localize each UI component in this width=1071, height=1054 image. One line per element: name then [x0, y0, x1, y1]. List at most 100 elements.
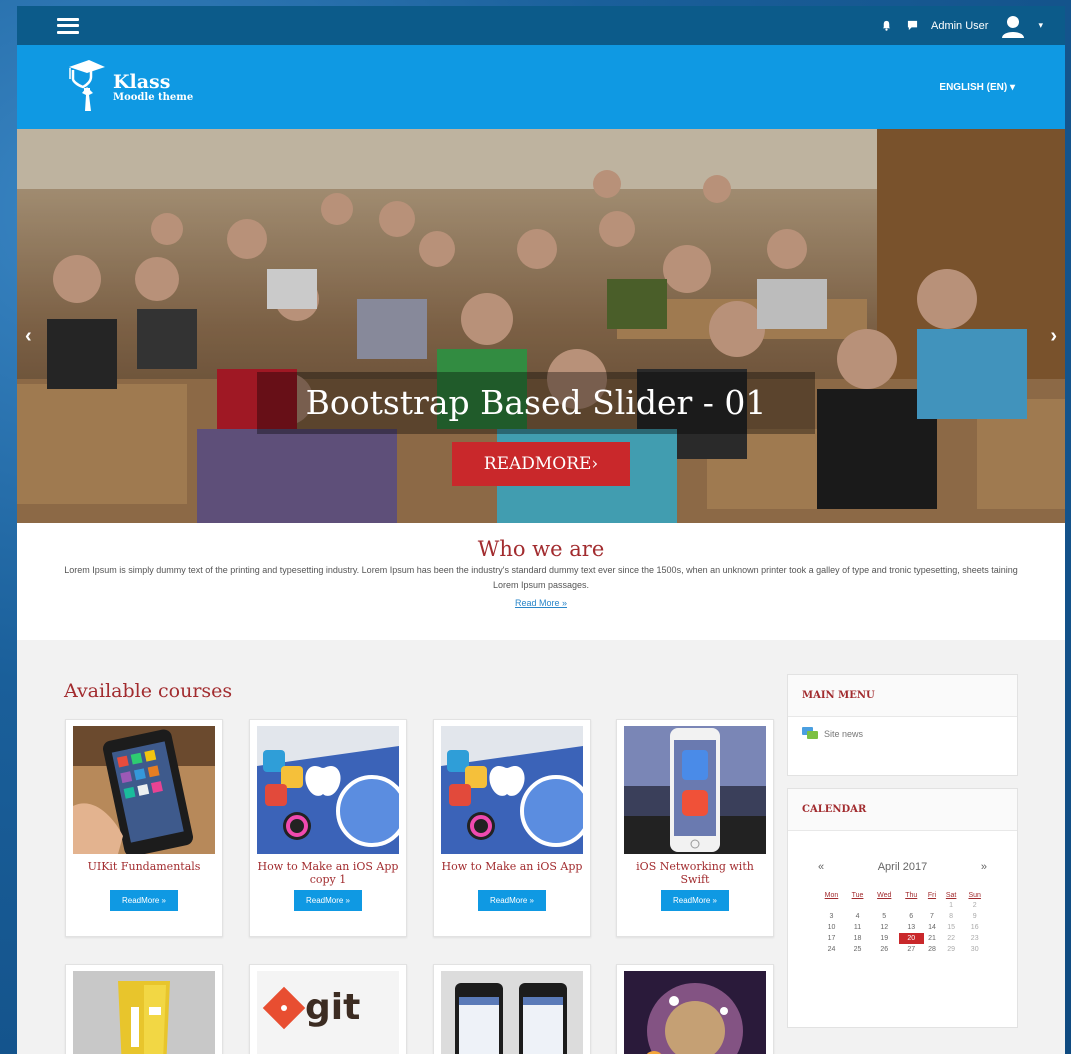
- who-we-are-text: Lorem Ipsum is simply dummy text of the …: [64, 565, 1018, 590]
- course-readmore-button[interactable]: ReadMore »: [477, 890, 547, 911]
- svg-text:git: git: [305, 987, 360, 1028]
- calendar-prev-month[interactable]: «: [818, 861, 824, 873]
- calendar-day[interactable]: 10: [818, 922, 846, 933]
- calendar-day-header: Fri: [927, 892, 937, 899]
- slider-prev-arrow[interactable]: ‹: [25, 325, 32, 348]
- calendar-day[interactable]: 6: [899, 911, 924, 922]
- course-readmore-button[interactable]: ReadMore »: [109, 890, 179, 911]
- site-subtitle: Moodle theme: [113, 91, 194, 103]
- calendar-day-header: Wed: [877, 892, 892, 899]
- calendar-day[interactable]: 12: [870, 922, 899, 933]
- course-name[interactable]: How to Make an iOS App: [440, 860, 584, 886]
- calendar-day[interactable]: 24: [818, 944, 846, 955]
- notification-bell-icon[interactable]: [879, 19, 893, 33]
- user-menu-caret-icon[interactable]: ▾: [1038, 20, 1043, 31]
- graduation-cap-icon: [69, 60, 105, 111]
- calendar-day[interactable]: 14: [924, 922, 941, 933]
- calendar-day-header: Thu: [905, 892, 918, 899]
- calendar-day[interactable]: 28: [924, 944, 941, 955]
- calendar-day-header: Sat: [945, 892, 957, 899]
- main-content: Available courses UIKit Fundamentals Rea…: [17, 640, 1065, 1054]
- language-selector[interactable]: ENGLISH (EN) ▾: [939, 82, 1015, 93]
- calendar-day[interactable]: 19: [870, 933, 899, 944]
- who-read-more-link[interactable]: Read More »: [515, 598, 567, 608]
- top-navbar: Admin User ▾: [17, 6, 1065, 45]
- course-image-javascript: [73, 971, 215, 1054]
- calendar-body: 1 2 3 4 5 6 7 8 9 10 11 12 13 14 15 16 17 18 19 20 21 22 23 24 2…: [818, 900, 988, 955]
- calendar-day[interactable]: 1: [940, 900, 962, 911]
- calendar-next-month[interactable]: »: [981, 861, 987, 873]
- course-card[interactable]: git: [249, 964, 407, 1054]
- course-card[interactable]: [616, 964, 774, 1054]
- slider-caption: Bootstrap Based Slider - 01: [257, 372, 815, 434]
- calendar-month-label: April 2017: [877, 861, 928, 873]
- calendar-day[interactable]: 15: [940, 922, 962, 933]
- course-card[interactable]: How to Make an iOS App ReadMore »: [433, 719, 591, 937]
- calendar-day-header: Tue: [851, 892, 864, 899]
- calendar-day[interactable]: 17: [818, 933, 846, 944]
- site-news-item[interactable]: Site news: [788, 717, 1017, 769]
- course-name[interactable]: UIKit Fundamentals: [72, 860, 216, 886]
- site-logo[interactable]: Klass Moodle theme: [65, 57, 193, 117]
- calendar-day[interactable]: 29: [940, 944, 962, 955]
- course-image-iphones: [441, 971, 583, 1054]
- calendar-block: CALENDAR « April 2017 » Mon Tue Wed Thu …: [787, 788, 1018, 1028]
- calendar-week: 3456789: [818, 911, 988, 922]
- course-name[interactable]: iOS Networking with Swift: [623, 860, 767, 886]
- slider-next-arrow[interactable]: ›: [1050, 325, 1057, 348]
- course-card[interactable]: [433, 964, 591, 1054]
- calendar-day: [924, 900, 941, 911]
- available-courses-title: Available courses: [64, 680, 233, 702]
- calendar-week: 24 25 26 27 28 29 30: [818, 944, 988, 955]
- calendar-day[interactable]: 20: [898, 933, 924, 944]
- course-readmore-button[interactable]: ReadMore »: [660, 890, 730, 911]
- site-news-label[interactable]: Site news: [824, 729, 863, 739]
- calendar-day[interactable]: 13: [899, 922, 924, 933]
- calendar-day[interactable]: 2: [962, 900, 988, 911]
- calendar-day[interactable]: 27: [899, 944, 924, 955]
- calendar-day[interactable]: 7: [924, 911, 941, 922]
- calendar-day[interactable]: 9: [962, 911, 988, 922]
- course-card[interactable]: iOS Networking with Swift ReadMore »: [616, 719, 774, 937]
- course-card[interactable]: [65, 964, 223, 1054]
- calendar-day: [845, 900, 869, 911]
- main-menu-title: MAIN MENU: [788, 675, 1017, 717]
- calendar-day[interactable]: 11: [845, 922, 869, 933]
- calendar-day[interactable]: 22: [940, 933, 962, 944]
- calendar-week: 10 11 12 13 14 15 16: [818, 922, 988, 933]
- language-caret-icon: ▾: [1009, 81, 1015, 93]
- course-name[interactable]: How to Make an iOS App copy 1: [256, 860, 400, 886]
- calendar-day[interactable]: 3: [818, 911, 846, 922]
- calendar-day[interactable]: 5: [870, 911, 899, 922]
- course-image-ios-app: [441, 726, 583, 854]
- course-readmore-button[interactable]: ReadMore »: [293, 890, 363, 911]
- calendar-day[interactable]: 21: [924, 933, 941, 944]
- calendar-day[interactable]: 26: [870, 944, 899, 955]
- course-card[interactable]: How to Make an iOS App copy 1 ReadMore »: [249, 719, 407, 937]
- calendar-day[interactable]: 16: [962, 922, 988, 933]
- slider-readmore-button[interactable]: READMORE›: [452, 442, 630, 486]
- who-we-are-section: Who we are Lorem Ipsum is simply dummy t…: [17, 523, 1065, 640]
- course-image-ios-networking: [624, 726, 766, 854]
- calendar-day[interactable]: 4: [845, 911, 869, 922]
- calendar-day[interactable]: 25: [845, 944, 869, 955]
- site-title: Klass: [113, 70, 171, 93]
- calendar-title: CALENDAR: [788, 789, 1017, 831]
- user-avatar-icon[interactable]: [1000, 13, 1026, 39]
- calendar-day[interactable]: 30: [962, 944, 988, 955]
- course-image-uikit: [73, 726, 215, 854]
- calendar-day[interactable]: 23: [962, 933, 988, 944]
- calendar-grid: Mon Tue Wed Thu Fri Sat Sun 1 2 3 4 5 6 7 8 9 10 1…: [818, 891, 988, 955]
- calendar-day: [899, 900, 924, 911]
- forum-icon: [802, 727, 818, 739]
- calendar-day[interactable]: 8: [940, 911, 962, 922]
- calendar-day-header: Mon: [824, 892, 839, 899]
- calendar-day[interactable]: 18: [845, 933, 869, 944]
- who-we-are-title: Who we are: [477, 537, 605, 561]
- messages-icon[interactable]: [905, 19, 919, 33]
- course-card[interactable]: UIKit Fundamentals ReadMore »: [65, 719, 223, 937]
- user-name[interactable]: Admin User: [931, 20, 988, 32]
- language-label: ENGLISH (EN): [939, 81, 1008, 93]
- course-image-ios-app-copy: [257, 726, 399, 854]
- hamburger-menu-icon[interactable]: [57, 17, 79, 34]
